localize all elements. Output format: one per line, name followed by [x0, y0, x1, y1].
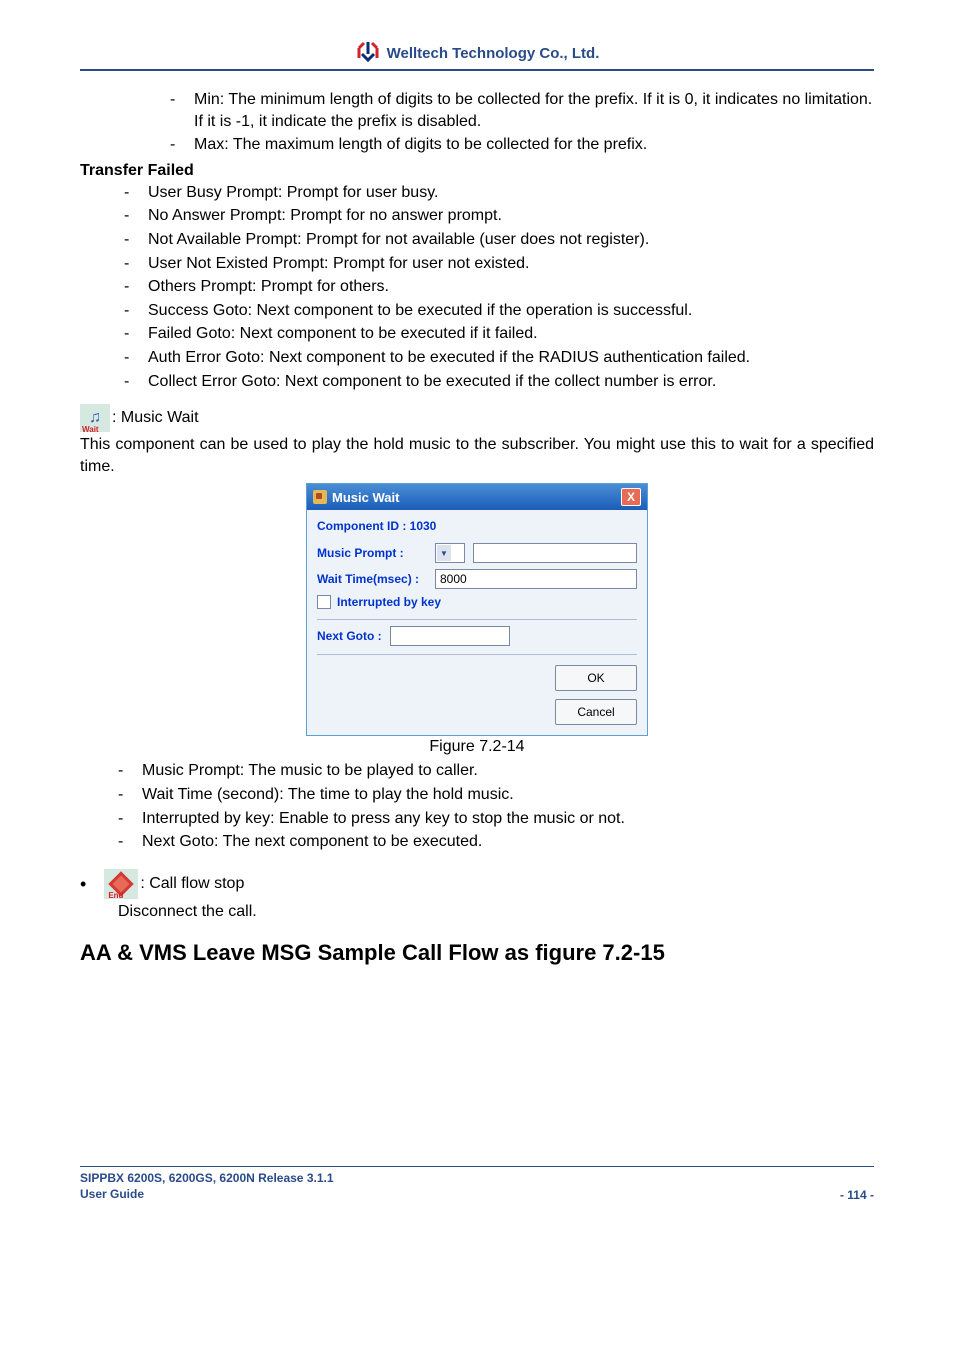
list-item: Interrupted by key: Enable to press any … — [108, 808, 874, 830]
wait-time-label: Wait Time(msec) : — [317, 572, 427, 586]
music-icon-label: Wait — [82, 425, 99, 434]
music-prompt-input[interactable] — [473, 543, 637, 563]
footer-line2: User Guide — [80, 1187, 334, 1203]
section-heading: AA & VMS Leave MSG Sample Call Flow as f… — [80, 940, 874, 966]
figure-caption: Figure 7.2-14 — [80, 738, 874, 756]
music-wait-dialog: Music Wait X Component ID : 1030 Music P… — [306, 483, 648, 736]
call-flow-stop-label: : Call flow stop — [140, 875, 244, 893]
list-item: Others Prompt: Prompt for others. — [114, 276, 874, 298]
list-item: Music Prompt: The music to be played to … — [108, 760, 874, 782]
list-item: Success Goto: Next component to be execu… — [114, 300, 874, 322]
separator — [317, 619, 637, 620]
cancel-button[interactable]: Cancel — [555, 699, 637, 725]
music-prompt-label: Music Prompt : — [317, 546, 427, 560]
transfer-failed-list: User Busy Prompt: Prompt for user busy. … — [114, 182, 874, 392]
ok-button[interactable]: OK — [555, 665, 637, 691]
figure-notes-list: Music Prompt: The music to be played to … — [108, 760, 874, 852]
interrupted-checkbox[interactable] — [317, 595, 331, 609]
page-header: Welltech Technology Co., Ltd. — [80, 40, 874, 71]
music-wait-icon: ♫ Wait — [80, 404, 110, 432]
component-id-label: Component ID : — [317, 519, 410, 533]
transfer-failed-heading: Transfer Failed — [80, 162, 874, 180]
dialog-titlebar: Music Wait X — [307, 484, 647, 510]
top-list: Min: The minimum length of digits to be … — [160, 89, 874, 156]
footer-page-number: - 114 - — [840, 1188, 874, 1202]
logo-icon — [355, 40, 381, 67]
music-wait-label: : Music Wait — [112, 409, 199, 427]
dialog-title-icon — [313, 490, 327, 504]
next-goto-label: Next Goto : — [317, 629, 382, 643]
end-icon-label: End — [108, 891, 123, 900]
list-item: User Not Existed Prompt: Prompt for user… — [114, 253, 874, 275]
music-wait-desc: This component can be used to play the h… — [80, 434, 874, 477]
note-icon: ♫ — [89, 410, 101, 426]
interrupted-label: Interrupted by key — [337, 595, 441, 609]
list-item: Failed Goto: Next component to be execut… — [114, 323, 874, 345]
footer-line1: SIPPBX 6200S, 6200GS, 6200N Release 3.1.… — [80, 1171, 334, 1187]
list-item: Collect Error Goto: Next component to be… — [114, 371, 874, 393]
list-item: Next Goto: The next component to be exec… — [108, 831, 874, 853]
chevron-down-icon: ▼ — [437, 545, 451, 561]
list-item: No Answer Prompt: Prompt for no answer p… — [114, 205, 874, 227]
component-id-value: 1030 — [410, 519, 437, 533]
next-goto-input[interactable] — [390, 626, 510, 646]
list-item: Auth Error Goto: Next component to be ex… — [114, 347, 874, 369]
wait-time-input[interactable]: 8000 — [435, 569, 637, 589]
list-item: Min: The minimum length of digits to be … — [160, 89, 874, 132]
page-footer: SIPPBX 6200S, 6200GS, 6200N Release 3.1.… — [80, 1166, 874, 1202]
dialog-title-text: Music Wait — [332, 490, 399, 505]
call-flow-stop-icon: End — [104, 869, 138, 899]
disconnect-text: Disconnect the call. — [118, 901, 874, 923]
close-icon[interactable]: X — [621, 488, 641, 506]
list-item: Wait Time (second): The time to play the… — [108, 784, 874, 806]
list-item: Max: The maximum length of digits to be … — [160, 134, 874, 156]
list-item: Not Available Prompt: Prompt for not ava… — [114, 229, 874, 251]
bullet-icon: • — [80, 875, 86, 893]
music-prompt-combo[interactable]: ▼ — [435, 543, 465, 563]
list-item: User Busy Prompt: Prompt for user busy. — [114, 182, 874, 204]
header-company: Welltech Technology Co., Ltd. — [387, 45, 600, 62]
